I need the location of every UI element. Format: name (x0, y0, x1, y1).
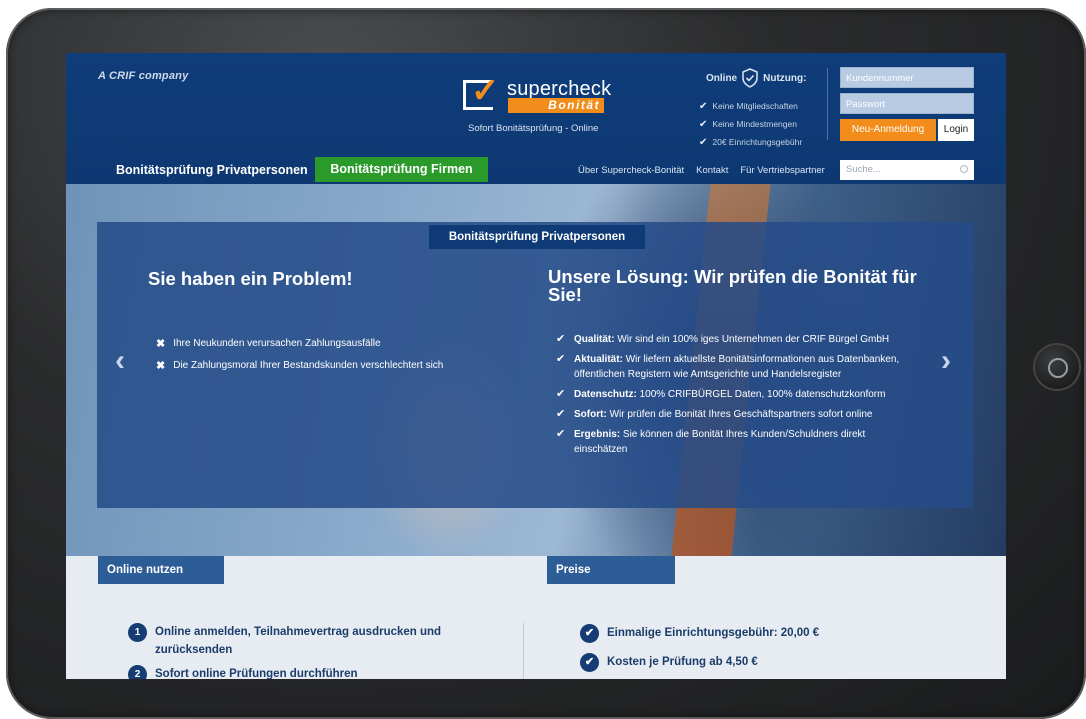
check-circle-icon: ✔ (580, 623, 599, 643)
problem-item: ✖ Die Zahlungsmoral Ihrer Bestandskunden … (156, 354, 443, 376)
check-icon: ✔ (699, 136, 708, 148)
solution-item: ✔ Sofort: Wir prüfen die Bonität Ihres Ge… (556, 407, 916, 422)
solution-text: Wir sind ein 100% iges Unternehmen der C… (617, 334, 890, 345)
solution-key: Ergebnis: (574, 429, 621, 440)
hero-slider: Bonitätsprüfung Privatpersonen Sie haben… (66, 184, 1006, 556)
search-icon[interactable] (960, 165, 968, 173)
solutions-list: ✔ Qualität: Wir sind ein 100% iges Untern… (556, 332, 916, 462)
check-icon: ✔ (699, 100, 708, 112)
step-item: 2 Sofort online Prüfungen durchführen (128, 665, 468, 679)
online-nutzen-tab: Online nutzen (98, 556, 224, 584)
problem-item: ✖ Ihre Neukunden verursachen Zahlungsausf… (156, 332, 443, 354)
price-item: ✔ Einmalige Einrichtungsgebühr: 20,00 € (580, 623, 819, 643)
nav-link-about[interactable]: Über Supercheck-Bonität (578, 165, 684, 176)
benefit-text: Keine Mindestmengen (712, 119, 797, 129)
online-usage: Online Nutzung: (706, 68, 806, 88)
solution-text: 100% CRIFBÜRGEL Daten, 100% datenschutzk… (639, 389, 886, 400)
benefit-item: ✔ 20€ Einrichtungsgebühr (699, 133, 802, 151)
login-button[interactable]: Login (938, 119, 974, 141)
step-text: Online anmelden, Teilnahmevertrag ausdru… (155, 626, 442, 656)
prices-list: ✔ Einmalige Einrichtungsgebühr: 20,00 € ✔… (580, 623, 819, 679)
solution-key: Datenschutz: (574, 389, 637, 400)
crif-brand: A CRIF company (98, 70, 189, 82)
benefit-item: ✔ Keine Mindestmengen (699, 115, 802, 133)
benefit-item: ✔ Keine Mitgliedschaften (699, 97, 802, 115)
preise-tab: Preise (547, 556, 675, 584)
hero-label: Bonitätsprüfung Privatpersonen (429, 225, 645, 249)
check-icon: ✔ (556, 428, 566, 440)
check-icon: ✔ (556, 333, 566, 345)
password-input[interactable]: Passwort (840, 93, 974, 114)
step-item: 1 Online anmelden, Teilnahmevertrag ausdr… (128, 623, 468, 659)
nav-private[interactable]: Bonitätsprüfung Privatpersonen (116, 163, 308, 177)
supercheck-logo[interactable]: ✓ supercheck Bonität (463, 74, 611, 118)
shield-check-icon (742, 68, 758, 88)
check-icon: ✔ (699, 118, 708, 130)
solution-key: Sofort: (574, 409, 607, 420)
step-text: Sofort online Prüfungen durchführen (155, 668, 358, 679)
solution-item: ✔ Datenschutz: 100% CRIFBÜRGEL Daten, 100… (556, 387, 916, 402)
section-divider (523, 623, 524, 679)
solution-key: Qualität: (574, 334, 615, 345)
solution-text: Wir liefern aktuellste Bonitätsinformati… (574, 354, 900, 380)
site-header: A CRIF company ✓ supercheck Bonität Sofo… (66, 53, 1006, 184)
nutzung-label: Nutzung: (763, 72, 807, 84)
slider-prev-icon[interactable]: ‹ (115, 344, 125, 378)
benefits-list: ✔ Keine Mitgliedschaften ✔ Keine Mindestme… (699, 97, 802, 151)
price-text: Kosten je Prüfung ab 4,50 € (607, 656, 758, 668)
step-number: 1 (128, 623, 147, 642)
browser-screen: A CRIF company ✓ supercheck Bonität Sofo… (66, 53, 1006, 679)
home-button[interactable] (1035, 345, 1079, 389)
register-button[interactable]: Neu-Anmeldung (840, 119, 936, 141)
search-input[interactable]: Suche... (840, 160, 974, 180)
solution-item: ✔ Qualität: Wir sind ein 100% iges Untern… (556, 332, 916, 347)
header-divider (827, 68, 828, 140)
problem-title: Sie haben ein Problem! (148, 268, 353, 289)
problem-text: Die Zahlungsmoral Ihrer Bestandskunden v… (173, 359, 444, 371)
price-item: ✔ Kosten je Prüfung ab 4,50 € (580, 652, 819, 672)
benefit-text: Keine Mitgliedschaften (712, 101, 798, 111)
problem-text: Ihre Neukunden verursachen Zahlungsausfä… (173, 337, 381, 349)
tagline: Sofort Bonitätsprüfung - Online (468, 123, 599, 134)
solution-item: ✔ Aktualität: Wir liefern aktuellste Boni… (556, 352, 916, 382)
nav-links: Über Supercheck-Bonität Kontakt Für Vert… (578, 165, 825, 176)
solution-title: Unsere Lösung: Wir prüfen die Bonität fü… (548, 266, 917, 305)
logo-sub: Bonität (508, 98, 604, 113)
nav-companies[interactable]: Bonitätsprüfung Firmen (315, 157, 488, 182)
steps-list: 1 Online anmelden, Teilnahmevertrag ausdr… (128, 623, 468, 679)
customer-number-input[interactable]: Kundennummer (840, 67, 974, 88)
nav-link-partners[interactable]: Für Vertriebspartner (740, 165, 824, 176)
check-circle-icon: ✔ (580, 652, 599, 672)
price-text: Einmalige Einrichtungsgebühr: 20,00 € (607, 627, 820, 639)
cross-icon: ✖ (156, 337, 166, 350)
benefit-text: 20€ Einrichtungsgebühr (712, 137, 803, 147)
check-icon: ✔ (556, 408, 566, 420)
problems-list: ✖ Ihre Neukunden verursachen Zahlungsausf… (156, 332, 443, 376)
check-icon: ✔ (556, 388, 566, 400)
solution-text: Wir prüfen die Bonität Ihres Geschäftspa… (609, 409, 873, 420)
logo-check-icon: ✓ (471, 72, 500, 110)
step-number: 2 (128, 665, 147, 679)
solution-item: ✔ Ergebnis: Sie können die Bonität Ihres … (556, 427, 916, 457)
search-placeholder: Suche... (846, 164, 881, 175)
solution-key: Aktualität: (574, 354, 623, 365)
cross-icon: ✖ (156, 359, 166, 372)
slider-next-icon[interactable]: › (941, 344, 951, 378)
nav-link-contact[interactable]: Kontakt (696, 165, 728, 176)
online-label: Online (706, 72, 738, 84)
check-icon: ✔ (556, 353, 566, 365)
